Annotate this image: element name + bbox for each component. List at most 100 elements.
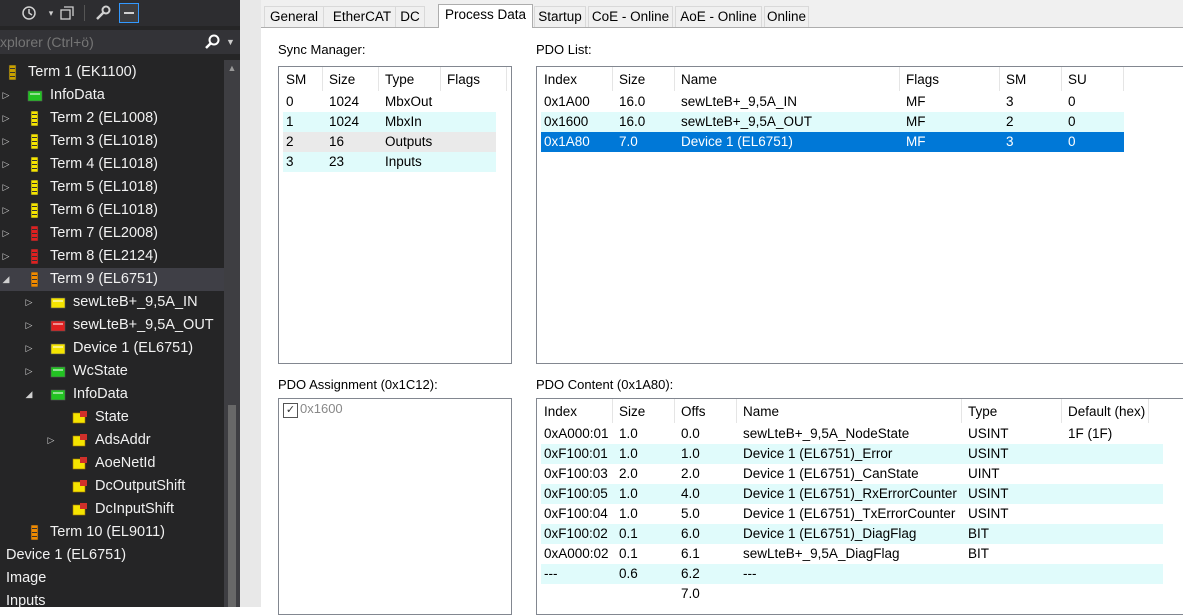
tree-node[interactable]: ▷ Term 7 (EL2008) [0, 222, 240, 245]
pdo-assignment-checkbox[interactable]: ✓ [283, 403, 298, 418]
collapsed-arrow-icon[interactable]: ▷ [1, 199, 11, 222]
column-header-type[interactable]: Type [385, 67, 414, 91]
column-header-flags[interactable]: Flags [906, 67, 939, 91]
collapsed-arrow-icon[interactable]: ▷ [1, 130, 11, 153]
tree-node[interactable]: ▷ Device 1 (EL6751) [0, 337, 240, 360]
table-row[interactable]: 2 16 Outputs [283, 132, 496, 152]
table-row[interactable]: 0xF100:01 1.0 1.0 Device 1 (EL6751)_Error US… [541, 444, 1163, 464]
expanded-arrow-icon[interactable]: ◢ [1, 268, 11, 291]
search-icon[interactable] [204, 33, 222, 51]
column-divider[interactable] [961, 399, 962, 423]
column-divider[interactable] [506, 67, 507, 91]
tree-node[interactable]: Inputs [0, 590, 240, 607]
table-row[interactable]: 0x1A80 7.0 Device 1 (EL6751) MF 3 0 [541, 132, 1124, 152]
column-header-name[interactable]: Name [681, 67, 717, 91]
tab-coe-online[interactable]: CoE - Online [588, 6, 673, 27]
tab-aoe-online[interactable]: AoE - Online [675, 6, 762, 27]
table-row[interactable]: 1 1024 MbxIn [283, 112, 496, 132]
collapse-all-icon[interactable] [58, 4, 76, 22]
search-input[interactable] [0, 30, 200, 54]
scrollbar-thumb[interactable] [228, 405, 236, 607]
column-header-type[interactable]: Type [968, 399, 997, 423]
table-row[interactable]: 0xF100:02 0.1 6.0 Device 1 (EL6751)_DiagFla… [541, 524, 1163, 544]
table-row[interactable]: 0xA000:01 1.0 0.0 sewLteB+_9,5A_NodeState US… [541, 424, 1163, 444]
column-header-offs[interactable]: Offs [681, 399, 706, 423]
column-header-index[interactable]: Index [544, 399, 577, 423]
collapsed-arrow-icon[interactable]: ▷ [46, 429, 56, 452]
column-header-sm[interactable]: SM [286, 67, 306, 91]
tree-node[interactable]: Term 10 (EL9011) [0, 521, 240, 544]
collapsed-arrow-icon[interactable]: ▷ [1, 84, 11, 107]
tree-node[interactable]: ◢ InfoData [0, 383, 240, 406]
column-header-size[interactable]: Size [329, 67, 355, 91]
column-header-default-hex[interactable]: Default (hex) [1068, 399, 1145, 423]
column-header-su[interactable]: SU [1068, 67, 1087, 91]
properties-wrench-icon[interactable] [94, 4, 112, 22]
tree-node[interactable]: Device 1 (EL6751) [0, 544, 240, 567]
collapsed-arrow-icon[interactable]: ▷ [24, 314, 34, 337]
table-row[interactable]: 0xA000:02 0.1 6.1 sewLteB+_9,5A_DiagFlag BIT [541, 544, 1163, 564]
tree-node[interactable]: ▷ Term 5 (EL1018) [0, 176, 240, 199]
column-divider[interactable] [674, 399, 675, 423]
tab-process-data[interactable]: Process Data [438, 4, 533, 28]
table-row[interactable]: 0 1024 MbxOut [283, 92, 496, 112]
column-divider[interactable] [378, 67, 379, 91]
column-divider[interactable] [674, 67, 675, 91]
collapsed-arrow-icon[interactable]: ▷ [1, 222, 11, 245]
column-divider[interactable] [322, 67, 323, 91]
tree-node[interactable]: ▷ Term 2 (EL1008) [0, 107, 240, 130]
table-row[interactable]: 0xF100:05 1.0 4.0 Device 1 (EL6751)_RxError… [541, 484, 1163, 504]
search-options-chevron-down-icon[interactable]: ▼ [226, 33, 238, 51]
tree-node[interactable]: ▷ InfoData [0, 84, 240, 107]
tree-node[interactable]: ▷ sewLteB+_9,5A_OUT [0, 314, 240, 337]
table-row[interactable]: 3 23 Inputs [283, 152, 496, 172]
tree-node[interactable]: ▷ WcState [0, 360, 240, 383]
collapsed-arrow-icon[interactable]: ▷ [24, 337, 34, 360]
tree-node[interactable]: ▷ Term 3 (EL1018) [0, 130, 240, 153]
table-row[interactable]: --- 0.6 6.2 --- [541, 564, 1163, 584]
tree-node[interactable]: ▷ Term 6 (EL1018) [0, 199, 240, 222]
column-divider[interactable] [1123, 67, 1124, 91]
tree-node[interactable]: State [0, 406, 240, 429]
collapsed-arrow-icon[interactable]: ▷ [24, 360, 34, 383]
column-divider[interactable] [1061, 399, 1062, 423]
column-header-index[interactable]: Index [544, 67, 577, 91]
column-header-name[interactable]: Name [743, 399, 779, 423]
collapsed-arrow-icon[interactable]: ▷ [1, 107, 11, 130]
vertical-scrollbar[interactable]: ▲ [224, 60, 240, 607]
column-divider[interactable] [1061, 67, 1062, 91]
column-header-size[interactable]: Size [619, 67, 645, 91]
column-divider[interactable] [1148, 399, 1149, 423]
column-divider[interactable] [612, 67, 613, 91]
column-divider[interactable] [736, 399, 737, 423]
column-header-sm[interactable]: SM [1006, 67, 1026, 91]
column-divider[interactable] [899, 67, 900, 91]
table-row[interactable]: 0x1A00 16.0 sewLteB+_9,5A_IN MF 3 0 [541, 92, 1124, 112]
scroll-up-arrow-icon[interactable]: ▲ [224, 60, 240, 76]
expanded-arrow-icon[interactable]: ◢ [24, 383, 34, 406]
table-row[interactable]: 0xF100:03 2.0 2.0 Device 1 (EL6751)_CanStat… [541, 464, 1163, 484]
tree-node[interactable]: ◢ Term 9 (EL6751) [0, 268, 240, 291]
tree-node[interactable]: ▷ Term 4 (EL1018) [0, 153, 240, 176]
history-icon[interactable] [20, 4, 38, 22]
pane-splitter[interactable] [240, 0, 261, 607]
table-row[interactable]: 0xF100:04 1.0 5.0 Device 1 (EL6751)_TxError… [541, 504, 1163, 524]
column-divider[interactable] [612, 399, 613, 423]
table-row[interactable]: 0x1600 16.0 sewLteB+_9,5A_OUT MF 2 0 [541, 112, 1124, 132]
collapsed-arrow-icon[interactable]: ▷ [1, 176, 11, 199]
tree-node[interactable]: ▷ sewLteB+_9,5A_IN [0, 291, 240, 314]
tree-node[interactable]: Term 1 (EK1100) [0, 61, 240, 84]
tree-node[interactable]: ▷ Term 8 (EL2124) [0, 245, 240, 268]
collapsed-arrow-icon[interactable]: ▷ [1, 153, 11, 176]
tree-node[interactable]: DcInputShift [0, 498, 240, 521]
tab-online[interactable]: Online [764, 6, 809, 27]
tree-node[interactable]: AoeNetId [0, 452, 240, 475]
tree-node[interactable]: ▷ AdsAddr [0, 429, 240, 452]
tab-ethercat[interactable]: EtherCAT [323, 6, 401, 27]
column-divider[interactable] [999, 67, 1000, 91]
column-header-flags[interactable]: Flags [447, 67, 480, 91]
column-divider[interactable] [440, 67, 441, 91]
table-row[interactable]: 7.0 [541, 584, 1163, 604]
collapsed-arrow-icon[interactable]: ▷ [1, 245, 11, 268]
collapsed-arrow-icon[interactable]: ▷ [24, 291, 34, 314]
